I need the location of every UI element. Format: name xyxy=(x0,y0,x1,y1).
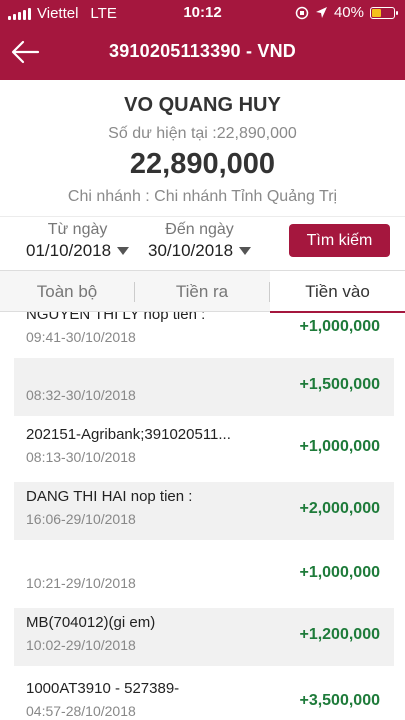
transaction-time: 16:06-29/10/2018 xyxy=(26,511,136,527)
transaction-amount: +1,000,000 xyxy=(299,564,380,581)
account-holder-name: VO QUANG HUY xyxy=(124,94,281,116)
to-date-value: 30/10/2018 xyxy=(148,241,234,260)
transaction-amount: +1,200,000 xyxy=(299,626,380,643)
transaction-description: MB(704012)(gi em) xyxy=(26,614,156,631)
from-date-picker[interactable]: 01/10/2018 xyxy=(26,241,130,261)
transaction-time: 10:21-29/10/2018 xyxy=(26,575,136,591)
transaction-row[interactable]: 1000AT3910 - 527389- 04:57-28/10/2018 +3… xyxy=(14,674,394,720)
screen: Viettel LTE 10:12 40% 3910205113390 - VN… xyxy=(0,0,405,720)
transaction-row[interactable]: 08:32-30/10/2018 +1,500,000 xyxy=(14,358,394,416)
transaction-time: 08:32-30/10/2018 xyxy=(26,387,136,403)
tab-money-out[interactable]: Tiền ra xyxy=(135,271,269,312)
transaction-row[interactable]: 202151-Agribank;391020511... 08:13-30/10… xyxy=(14,420,394,478)
transaction-tabs: Toàn bộ Tiền ra Tiền vào xyxy=(0,270,405,313)
transaction-amount: +1,000,000 xyxy=(299,438,380,455)
transaction-time: 04:57-28/10/2018 xyxy=(26,703,136,719)
transaction-amount: +3,500,000 xyxy=(299,692,380,709)
to-date: Đến ngày 30/10/2018 xyxy=(148,221,252,261)
location-icon xyxy=(315,7,327,18)
transaction-time: 10:02-29/10/2018 xyxy=(26,637,136,653)
transaction-amount: +1,000,000 xyxy=(299,318,380,335)
branch-label: Chi nhánh : Chi nhánh Tỉnh Quảng Trị xyxy=(67,188,338,205)
transaction-description: DANG THI HAI nop tien : xyxy=(26,488,193,505)
caret-down-icon xyxy=(239,247,252,255)
to-date-picker[interactable]: 30/10/2018 xyxy=(148,241,252,261)
account-summary: VO QUANG HUY Số dư hiện tại :22,890,000 … xyxy=(0,80,405,216)
to-date-label: Đến ngày xyxy=(165,221,234,238)
battery-level xyxy=(372,8,382,17)
date-filter: Từ ngày 01/10/2018 Đến ngày 30/10/2018 T… xyxy=(0,216,405,270)
battery-icon xyxy=(370,6,398,19)
transaction-row[interactable]: 10:21-29/10/2018 +1,000,000 xyxy=(14,546,394,604)
transaction-time: 09:41-30/10/2018 xyxy=(26,329,136,345)
from-date-value: 01/10/2018 xyxy=(26,241,112,260)
transaction-amount: +2,000,000 xyxy=(299,500,380,517)
screen-rotation-lock-icon xyxy=(295,6,309,19)
balance-amount: 22,890,000 xyxy=(129,148,276,180)
transaction-description: 202151-Agribank;391020511... xyxy=(26,426,231,443)
from-date-label: Từ ngày xyxy=(47,221,108,238)
status-bar: Viettel LTE 10:12 40% xyxy=(0,0,405,26)
caret-down-icon xyxy=(117,247,130,255)
search-button[interactable]: Tìm kiếm xyxy=(289,224,390,257)
transaction-list: NGUYEN THI LY nop tien : 09:41-30/10/201… xyxy=(0,312,405,720)
status-right: 40% xyxy=(295,4,398,21)
transaction-row[interactable]: MB(704012)(gi em) 10:02-29/10/2018 +1,20… xyxy=(14,608,394,666)
account-title: 3910205113390 - VND xyxy=(109,41,296,61)
transaction-time: 08:13-30/10/2018 xyxy=(26,449,136,465)
from-date: Từ ngày 01/10/2018 xyxy=(26,221,130,261)
battery-percent: 40% xyxy=(333,4,364,21)
transaction-description: NGUYEN THI LY nop tien : xyxy=(26,312,206,323)
transaction-amount: +1,500,000 xyxy=(299,376,380,393)
tab-money-in[interactable]: Tiền vào xyxy=(270,271,405,313)
transaction-description: 1000AT3910 - 527389- xyxy=(26,680,180,697)
current-balance-label: Số dư hiện tại :22,890,000 xyxy=(108,125,297,142)
tab-all[interactable]: Toàn bộ xyxy=(0,271,134,312)
nav-bar: 3910205113390 - VND xyxy=(0,26,405,80)
transaction-row[interactable]: NGUYEN THI LY nop tien : 09:41-30/10/201… xyxy=(14,312,394,358)
transaction-row[interactable]: DANG THI HAI nop tien : 16:06-29/10/2018… xyxy=(14,482,394,540)
